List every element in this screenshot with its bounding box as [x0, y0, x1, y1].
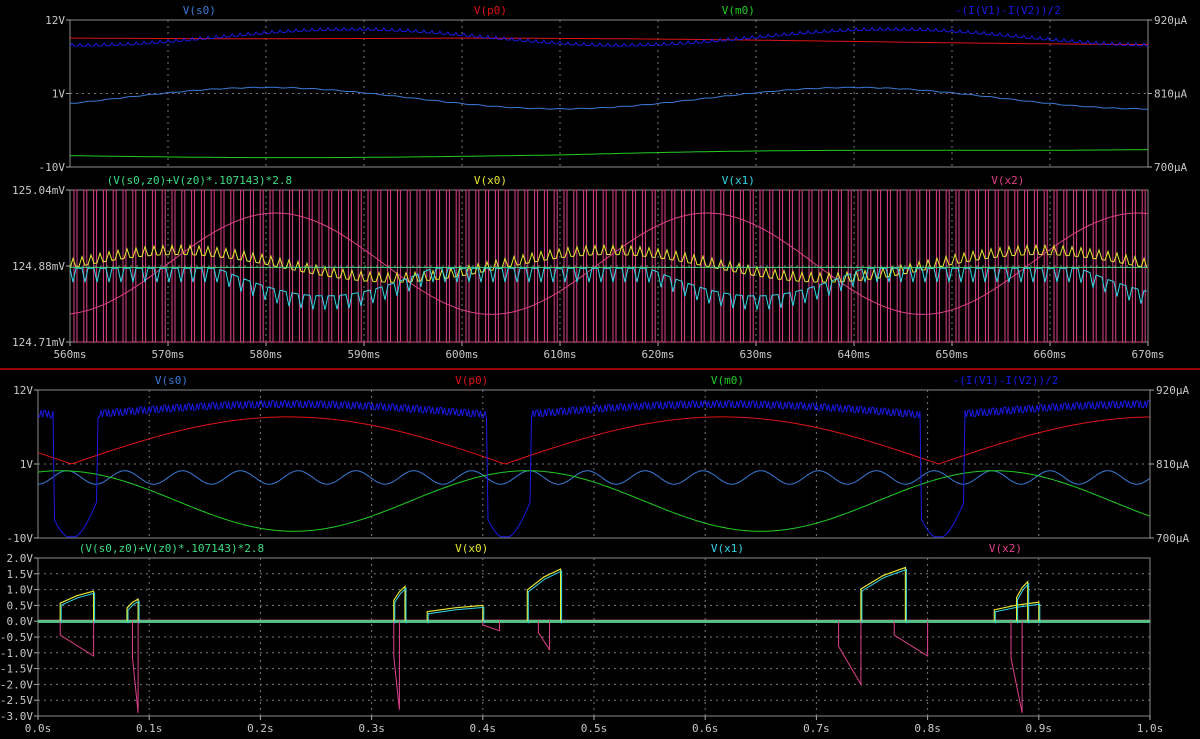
trace-label: V(p0)	[455, 374, 488, 387]
y-tick-label: 125.04mV	[12, 184, 65, 197]
y-tick-label: -1.0V	[0, 647, 33, 660]
y-right-tick-label: 810µA	[1156, 458, 1189, 471]
trace-v-x2-burst	[59, 621, 95, 657]
trace-label: -(I(V1)-I(V2))/2	[952, 374, 1058, 387]
trace-v-x2-burst	[893, 621, 929, 657]
trace-v-m0	[69, 149, 1148, 159]
trace-v-x1-burst	[60, 592, 96, 624]
trace-v-x2-burst	[393, 621, 400, 710]
y-tick-label: -2.5V	[0, 694, 33, 707]
trace-label: V(s0)	[155, 374, 188, 387]
trace-v-x0-burst	[1016, 580, 1029, 622]
y-tick-label: 0.0V	[7, 615, 34, 628]
trace-vs0z0-band	[38, 619, 1150, 623]
trace-label: V(x0)	[455, 542, 488, 555]
trace-label: V(x1)	[711, 542, 744, 555]
trace-label: (V(s0,z0)+V(z0)*.107143)*2.8	[79, 542, 264, 555]
trace-v-x2-burst	[132, 621, 139, 713]
x-tick-label: 650ms	[935, 348, 968, 361]
trace-v-x1-burst	[527, 570, 563, 624]
y-right-tick-label: 810µA	[1154, 88, 1187, 101]
y-right-tick-label: 920µA	[1156, 384, 1189, 397]
y-right-tick-label: 920µA	[1154, 14, 1187, 27]
trace-label: V(s0)	[183, 4, 216, 17]
x-tick-label: 630ms	[739, 348, 772, 361]
x-tick-label: 0.4s	[470, 722, 497, 735]
x-tick-label: 0.7s	[803, 722, 830, 735]
x-tick-label: 600ms	[445, 348, 478, 361]
y-tick-label: 124.88mV	[12, 260, 65, 273]
x-tick-label: 570ms	[151, 348, 184, 361]
plot-pane-frame[interactable]	[69, 189, 1149, 343]
trace-v-x2	[73, 189, 1146, 343]
trace-v-s0	[70, 86, 1149, 110]
trace-label: V(x0)	[474, 174, 507, 187]
x-tick-label: 0.0s	[25, 722, 52, 735]
trace-label: V(m0)	[722, 4, 755, 17]
y-tick-label: -0.5V	[0, 631, 33, 644]
y-tick-label: -10V	[7, 532, 34, 545]
y-tick-label: 12V	[13, 384, 33, 397]
x-tick-label: 590ms	[347, 348, 380, 361]
x-tick-label: 560ms	[53, 348, 86, 361]
trace-label: V(x2)	[991, 174, 1024, 187]
y-tick-label: -10V	[39, 161, 66, 174]
trace-v-x2-burst	[537, 621, 550, 652]
x-tick-label: 580ms	[249, 348, 282, 361]
trace-v-x0-burst	[860, 566, 906, 622]
trace-v-x1-burst	[861, 568, 907, 624]
trace-v-p0	[69, 37, 1148, 45]
trace-label: (V(s0,z0)+V(z0)*.107143)*2.8	[107, 174, 292, 187]
x-tick-label: 0.6s	[692, 722, 719, 735]
trace-v-x2-envelope	[69, 212, 1149, 315]
y-tick-label: 1.5V	[7, 568, 34, 581]
y-tick-label: -1.5V	[0, 663, 33, 676]
trace-label: V(x2)	[989, 542, 1022, 555]
x-tick-label: 0.8s	[914, 722, 941, 735]
trace-v-x2-burst	[1010, 621, 1023, 713]
x-tick-label: 0.9s	[1026, 722, 1053, 735]
x-tick-label: 620ms	[641, 348, 674, 361]
y-tick-label: -2.0V	[0, 678, 33, 691]
y-tick-label: 1.0V	[7, 584, 34, 597]
trace-label: V(x1)	[722, 174, 755, 187]
x-tick-label: 660ms	[1033, 348, 1066, 361]
trace-v-x0-burst	[526, 568, 562, 622]
trace-v-x0-burst	[59, 590, 95, 622]
x-tick-label: 1.0s	[1137, 722, 1164, 735]
y-right-tick-label: 700µA	[1154, 161, 1187, 174]
trace-label: -(I(V1)-I(V2))/2	[955, 4, 1061, 17]
x-tick-label: 0.3s	[358, 722, 385, 735]
y-tick-label: 2.0V	[7, 552, 34, 565]
y-tick-label: 1V	[20, 458, 34, 471]
trace-label: V(m0)	[711, 374, 744, 387]
trace-label: V(p0)	[474, 4, 507, 17]
plot-pane-frame[interactable]	[69, 19, 1149, 168]
x-tick-label: 640ms	[837, 348, 870, 361]
x-tick-label: 0.2s	[247, 722, 274, 735]
y-right-tick-label: 700µA	[1156, 532, 1189, 545]
y-tick-label: 1V	[52, 88, 66, 101]
y-tick-label: 12V	[45, 14, 65, 27]
x-tick-label: 0.1s	[136, 722, 163, 735]
x-tick-label: 610ms	[543, 348, 576, 361]
x-tick-label: 0.5s	[581, 722, 608, 735]
x-tick-label: 670ms	[1131, 348, 1164, 361]
waveform-viewer: 12V 1V -10V 920µA 810µA 700µA V(s0) V(p0) V(m0) -…	[0, 4, 1200, 735]
y-tick-label: 0.5V	[7, 599, 34, 612]
